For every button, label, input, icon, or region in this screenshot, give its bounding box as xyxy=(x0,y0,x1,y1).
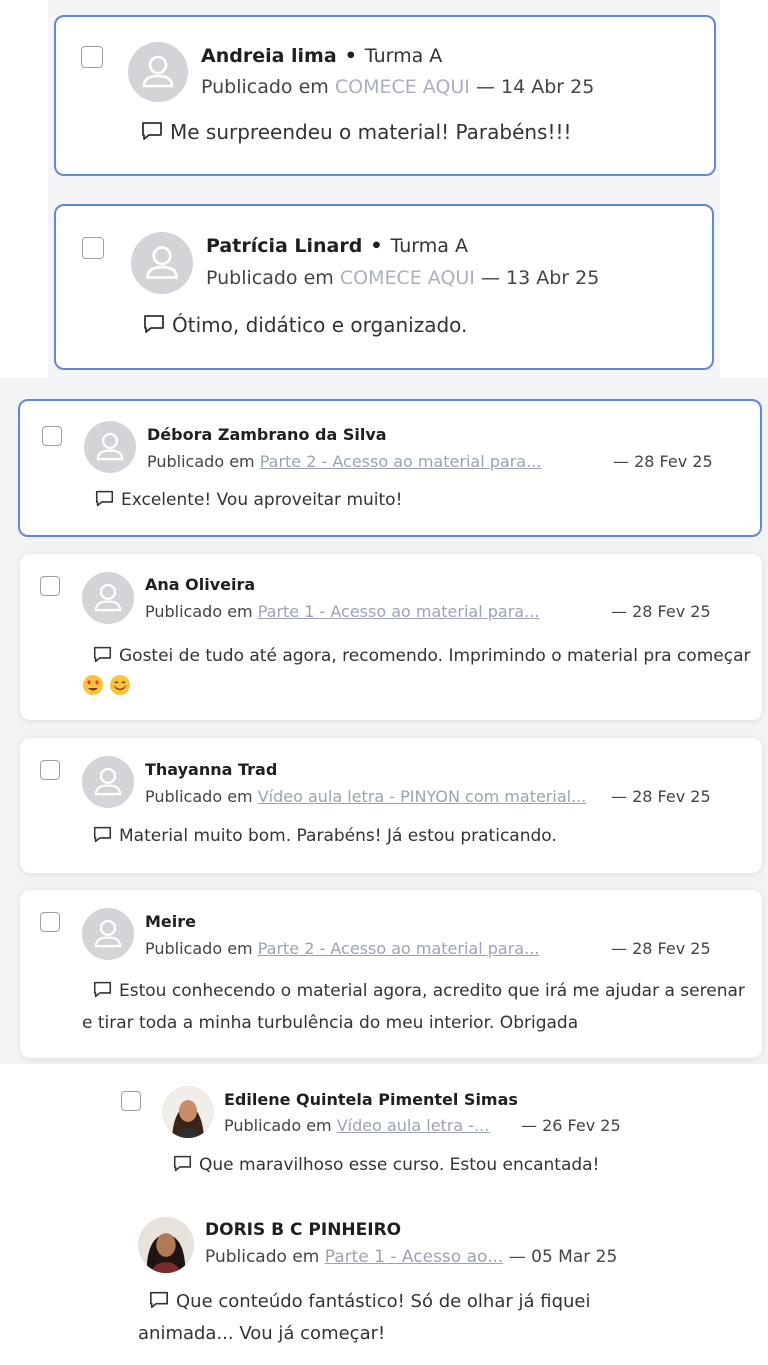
avatar-photo-icon xyxy=(162,1086,214,1138)
select-checkbox[interactable] xyxy=(82,237,104,259)
comment-icon xyxy=(144,315,164,333)
comment-card[interactable]: DORIS B C PINHEIRO Publicado em Parte 1 … xyxy=(130,1205,690,1360)
comment-date: — 28 Fev 25 xyxy=(613,452,713,471)
lesson-link[interactable]: Parte 1 - Acesso ao material para... xyxy=(258,602,540,621)
published-info: Publicado em Parte 2 - Acesso ao materia… xyxy=(145,939,539,958)
comment-text: Estou conhecendo o material agora, acred… xyxy=(82,981,745,1033)
author-name: Edilene Quintela Pimentel Simas xyxy=(224,1090,518,1109)
published-info: Publicado em Vídeo aula letra - PINYON c… xyxy=(145,787,586,806)
lesson-link[interactable]: Vídeo aula letra -... xyxy=(337,1116,490,1135)
select-checkbox[interactable] xyxy=(81,46,103,68)
select-checkbox[interactable] xyxy=(42,426,62,446)
comment-date: — 28 Fev 25 xyxy=(611,602,711,621)
comment-icon xyxy=(93,646,112,663)
comment-text: Ótimo, didático e organizado. xyxy=(172,313,468,337)
published-prefix: Publicado em xyxy=(205,1247,320,1267)
comment-card[interactable]: Débora Zambrano da Silva Publicado em Pa… xyxy=(18,399,762,537)
comment-text: Excelente! Vou aproveitar muito! xyxy=(121,490,403,510)
comment-text: Que conteúdo fantástico! Só de olhar já … xyxy=(138,1291,591,1344)
comment-date: — 14 Abr 25 xyxy=(475,76,595,98)
comment-card[interactable]: Edilene Quintela Pimentel Simas Publicad… xyxy=(110,1074,670,1194)
author-name-text: Patrícia Linard xyxy=(206,235,363,257)
avatar-placeholder-icon xyxy=(82,908,134,960)
author-name: Ana Oliveira xyxy=(145,575,256,594)
published-info: Publicado em Parte 1 - Acesso ao... — 05… xyxy=(205,1247,617,1267)
comment-body: Material muito bom. Parabéns! Já estou p… xyxy=(92,825,557,846)
comment-text: Material muito bom. Parabéns! Já estou p… xyxy=(119,826,557,846)
class-label: Turma A xyxy=(390,235,468,257)
published-prefix: Publicado em xyxy=(145,939,253,958)
comment-date: — 26 Fev 25 xyxy=(521,1116,621,1135)
comment-card[interactable]: Patrícia Linard • Turma A Publicado em COM… xyxy=(54,204,714,370)
published-info: Publicado em COMECE AQUI — 13 Abr 25 xyxy=(206,267,599,289)
avatar-placeholder-icon xyxy=(82,572,134,624)
comment-text: Que maravilhoso esse curso. Estou encant… xyxy=(199,1155,600,1175)
author-name: Thayanna Trad xyxy=(145,760,278,779)
comment-text: Gostei de tudo até agora, recomendo. Imp… xyxy=(119,646,751,666)
author-name: DORIS B C PINHEIRO xyxy=(205,1220,402,1240)
comment-body: Ótimo, didático e organizado. xyxy=(142,313,467,337)
comment-date: — 13 Abr 25 xyxy=(480,267,600,289)
class-label: Turma A xyxy=(364,45,443,67)
avatar-placeholder-icon xyxy=(131,232,193,294)
published-prefix: Publicado em xyxy=(224,1116,332,1135)
author-name: Patrícia Linard • Turma A xyxy=(206,235,468,257)
comment-body: Estou conhecendo o material agora, acred… xyxy=(82,975,754,1039)
published-prefix: Publicado em xyxy=(201,76,329,98)
published-info: Publicado em Parte 1 - Acesso ao materia… xyxy=(145,602,539,621)
author-name: Meire xyxy=(145,912,196,931)
comment-icon xyxy=(93,826,112,843)
lesson-link[interactable]: Parte 1 - Acesso ao... xyxy=(325,1247,504,1267)
comment-date: — 28 Fev 25 xyxy=(611,787,711,806)
avatar-placeholder-icon xyxy=(84,421,136,473)
author-name: Débora Zambrano da Silva xyxy=(147,425,387,444)
comment-card[interactable]: Andreia lima • Turma A Publicado em COMECE… xyxy=(54,15,716,176)
comment-card[interactable]: Ana Oliveira Publicado em Parte 1 - Aces… xyxy=(20,554,762,720)
published-prefix: Publicado em xyxy=(145,787,253,806)
comment-body: Gostei de tudo até agora, recomendo. Imp… xyxy=(82,640,752,704)
published-info: Publicado em Vídeo aula letra -... xyxy=(224,1116,489,1135)
comment-card[interactable]: Meire Publicado em Parte 2 - Acesso ao m… xyxy=(20,890,762,1058)
lesson-link[interactable]: Parte 2 - Acesso ao material para... xyxy=(258,939,540,958)
select-checkbox[interactable] xyxy=(40,576,60,596)
select-checkbox[interactable] xyxy=(121,1091,141,1111)
comment-body: Excelente! Vou aproveitar muito! xyxy=(94,489,402,510)
published-prefix: Publicado em xyxy=(147,452,255,471)
published-prefix: Publicado em xyxy=(206,267,334,289)
comment-icon xyxy=(173,1155,192,1172)
lesson-link[interactable]: Vídeo aula letra - PINYON com material..… xyxy=(258,787,587,806)
author-name-text: Andreia lima xyxy=(201,45,337,67)
published-prefix: Publicado em xyxy=(145,602,253,621)
comment-icon xyxy=(93,981,112,998)
comment-body: Me surpreendeu o material! Parabéns!!! xyxy=(140,120,572,144)
smiling-emoji-icon xyxy=(110,675,131,695)
avatar-placeholder-icon xyxy=(128,42,188,102)
comment-icon xyxy=(150,1291,168,1309)
separator-dot: • xyxy=(344,45,357,67)
separator-dot: • xyxy=(370,235,383,257)
comment-icon xyxy=(142,122,162,140)
comment-body: Que maravilhoso esse curso. Estou encant… xyxy=(172,1154,599,1175)
comment-date: — 05 Mar 25 xyxy=(508,1247,618,1267)
comment-date: — 28 Fev 25 xyxy=(611,939,711,958)
comment-text: Me surpreendeu o material! Parabéns!!! xyxy=(170,120,572,144)
comment-card[interactable]: Thayanna Trad Publicado em Vídeo aula le… xyxy=(20,738,762,873)
lesson-link[interactable]: COMECE AQUI xyxy=(335,76,470,98)
author-name: Andreia lima • Turma A xyxy=(201,45,442,67)
avatar-placeholder-icon xyxy=(82,756,134,808)
comment-body: Que conteúdo fantástico! Só de olhar já … xyxy=(138,1286,658,1350)
avatar-photo-icon xyxy=(138,1217,194,1273)
lesson-link[interactable]: COMECE AQUI xyxy=(340,267,475,289)
published-info: Publicado em Parte 2 - Acesso ao materia… xyxy=(147,452,541,471)
heart-eyes-emoji-icon xyxy=(83,675,103,695)
select-checkbox[interactable] xyxy=(40,760,60,780)
select-checkbox[interactable] xyxy=(40,912,60,932)
lesson-link[interactable]: Parte 2 - Acesso ao material para... xyxy=(260,452,542,471)
comment-icon xyxy=(95,490,114,507)
published-info: Publicado em COMECE AQUI — 14 Abr 25 xyxy=(201,76,594,98)
